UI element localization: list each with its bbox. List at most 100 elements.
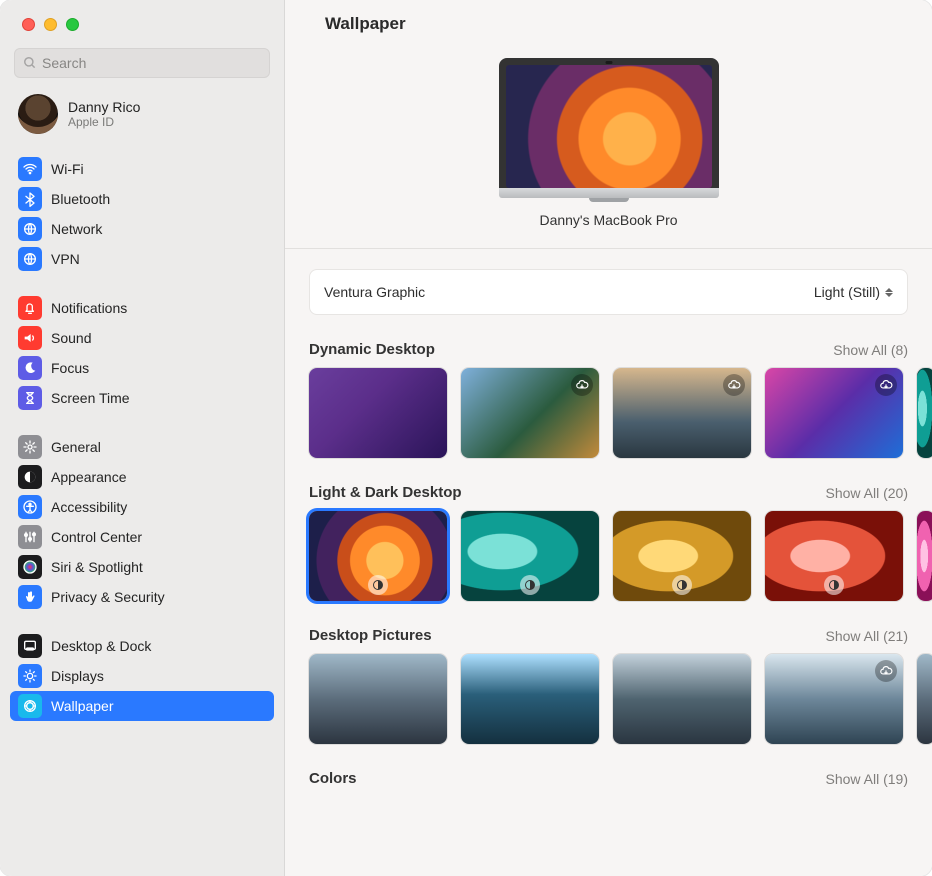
wallpaper-thumb[interactable] bbox=[309, 654, 447, 744]
wallpaper-thumb[interactable] bbox=[917, 368, 932, 458]
thumb-row bbox=[309, 368, 932, 458]
sidebar-item-vpn[interactable]: VPN bbox=[10, 244, 274, 274]
wallpaper-thumb[interactable] bbox=[765, 368, 903, 458]
sidebar-item-label: Privacy & Security bbox=[51, 589, 165, 605]
maximize-icon[interactable] bbox=[66, 18, 79, 31]
appearance-option-popup[interactable]: Light (Still) bbox=[814, 284, 893, 300]
sidebar-item-notifications[interactable]: Notifications bbox=[10, 293, 274, 323]
wallpaper-thumb[interactable] bbox=[309, 511, 447, 601]
sidebar-item-label: Appearance bbox=[51, 469, 127, 485]
sidebar-item-label: Bluetooth bbox=[51, 191, 110, 207]
page-title: Wallpaper bbox=[325, 14, 902, 34]
section-title: Light & Dark Desktop bbox=[309, 484, 462, 501]
wallpaper-thumb[interactable] bbox=[461, 368, 599, 458]
sidebar-item-control-center[interactable]: Control Center bbox=[10, 522, 274, 552]
sidebar-item-label: Displays bbox=[51, 668, 104, 684]
sidebar-item-label: Wi-Fi bbox=[51, 161, 84, 177]
title-bar bbox=[0, 0, 284, 48]
wallpaper-thumb[interactable] bbox=[613, 368, 751, 458]
cloud-download-icon bbox=[571, 374, 593, 396]
sliders-icon bbox=[18, 525, 42, 549]
sidebar-item-privacy-security[interactable]: Privacy & Security bbox=[10, 582, 274, 612]
wallpaper-thumb[interactable] bbox=[613, 511, 751, 601]
current-wallpaper-row: Ventura Graphic Light (Still) bbox=[309, 269, 908, 315]
apple-id-row[interactable]: Danny Rico Apple ID bbox=[10, 88, 274, 148]
sidebar-list: Danny Rico Apple ID Wi-Fi Bluetooth Networ… bbox=[0, 88, 284, 876]
account-name: Danny Rico bbox=[68, 99, 140, 115]
header: Wallpaper bbox=[285, 0, 932, 54]
speaker-icon bbox=[18, 326, 42, 350]
dock-icon bbox=[18, 634, 42, 658]
section-title: Dynamic Desktop bbox=[309, 341, 435, 358]
search-icon bbox=[23, 56, 37, 70]
light-dark-icon bbox=[672, 575, 692, 595]
accessibility-icon bbox=[18, 495, 42, 519]
sidebar-item-screen-time[interactable]: Screen Time bbox=[10, 383, 274, 413]
sidebar-item-wi-fi[interactable]: Wi-Fi bbox=[10, 154, 274, 184]
wallpaper-thumb[interactable] bbox=[461, 654, 599, 744]
bell-icon bbox=[18, 296, 42, 320]
section-dynamic-desktop: Dynamic Desktop Show All (8) bbox=[285, 341, 932, 458]
show-all-button[interactable]: Show All (21) bbox=[826, 628, 908, 644]
siri-icon bbox=[18, 555, 42, 579]
wallpaper-thumb[interactable] bbox=[613, 654, 751, 744]
sidebar-item-label: General bbox=[51, 439, 101, 455]
minimize-icon[interactable] bbox=[44, 18, 57, 31]
wallpaper-thumb[interactable] bbox=[765, 511, 903, 601]
wallpaper-thumb[interactable] bbox=[309, 368, 447, 458]
wallpaper-thumb[interactable] bbox=[765, 654, 903, 744]
light-dark-icon bbox=[520, 575, 540, 595]
moon-icon bbox=[18, 356, 42, 380]
search-input[interactable]: Search bbox=[14, 48, 270, 78]
light-dark-icon bbox=[368, 575, 388, 595]
main-scroll[interactable]: Ventura Graphic Light (Still) Dynamic De… bbox=[285, 249, 932, 876]
hourglass-icon bbox=[18, 386, 42, 410]
sidebar-item-label: Wallpaper bbox=[51, 698, 114, 714]
sidebar-item-label: Desktop & Dock bbox=[51, 638, 151, 654]
sidebar-item-label: Notifications bbox=[51, 300, 127, 316]
preview-area: Danny's MacBook Pro bbox=[285, 54, 932, 249]
sidebar-item-bluetooth[interactable]: Bluetooth bbox=[10, 184, 274, 214]
sidebar-item-label: Sound bbox=[51, 330, 91, 346]
sidebar-item-wallpaper[interactable]: Wallpaper bbox=[10, 691, 274, 721]
sidebar-item-sound[interactable]: Sound bbox=[10, 323, 274, 353]
sidebar-item-general[interactable]: General bbox=[10, 432, 274, 462]
sidebar-item-label: Network bbox=[51, 221, 102, 237]
cloud-download-icon bbox=[875, 660, 897, 682]
content-pane: Wallpaper Danny's MacBook Pro Ventura Gr… bbox=[285, 0, 932, 876]
sidebar-item-desktop-dock[interactable]: Desktop & Dock bbox=[10, 631, 274, 661]
sidebar: Search Danny Rico Apple ID Wi-Fi Bluetoot… bbox=[0, 0, 285, 876]
thumb-row bbox=[309, 654, 932, 744]
sidebar-item-label: Accessibility bbox=[51, 499, 127, 515]
sidebar-item-label: VPN bbox=[51, 251, 80, 267]
section-light-dark-desktop: Light & Dark Desktop Show All (20) bbox=[285, 484, 932, 601]
close-icon[interactable] bbox=[22, 18, 35, 31]
sidebar-item-network[interactable]: Network bbox=[10, 214, 274, 244]
hand-icon bbox=[18, 585, 42, 609]
sidebar-item-displays[interactable]: Displays bbox=[10, 661, 274, 691]
show-all-button[interactable]: Show All (20) bbox=[826, 485, 908, 501]
wallpaper-thumb[interactable] bbox=[917, 511, 932, 601]
globe-icon bbox=[18, 247, 42, 271]
sidebar-item-label: Control Center bbox=[51, 529, 142, 545]
popup-value: Light (Still) bbox=[814, 284, 880, 300]
bluetooth-icon bbox=[18, 187, 42, 211]
section-title: Colors bbox=[309, 770, 357, 787]
cloud-download-icon bbox=[723, 374, 745, 396]
sidebar-item-appearance[interactable]: Appearance bbox=[10, 462, 274, 492]
wallpaper-thumb[interactable] bbox=[461, 511, 599, 601]
light-dark-icon bbox=[824, 575, 844, 595]
search-placeholder: Search bbox=[42, 55, 86, 71]
section-desktop-pictures: Desktop PicturesShow All (21) bbox=[285, 627, 932, 744]
sidebar-item-focus[interactable]: Focus bbox=[10, 353, 274, 383]
section-colors: Colors Show All (19) bbox=[285, 770, 932, 797]
wallpaper-thumb[interactable] bbox=[917, 654, 932, 744]
gear-icon bbox=[18, 435, 42, 459]
show-all-button[interactable]: Show All (19) bbox=[826, 771, 908, 787]
sidebar-item-accessibility[interactable]: Accessibility bbox=[10, 492, 274, 522]
show-all-button[interactable]: Show All (8) bbox=[833, 342, 908, 358]
cloud-download-icon bbox=[875, 374, 897, 396]
window: Search Danny Rico Apple ID Wi-Fi Bluetoot… bbox=[0, 0, 932, 876]
account-sub: Apple ID bbox=[68, 115, 140, 129]
sidebar-item-siri-spotlight[interactable]: Siri & Spotlight bbox=[10, 552, 274, 582]
